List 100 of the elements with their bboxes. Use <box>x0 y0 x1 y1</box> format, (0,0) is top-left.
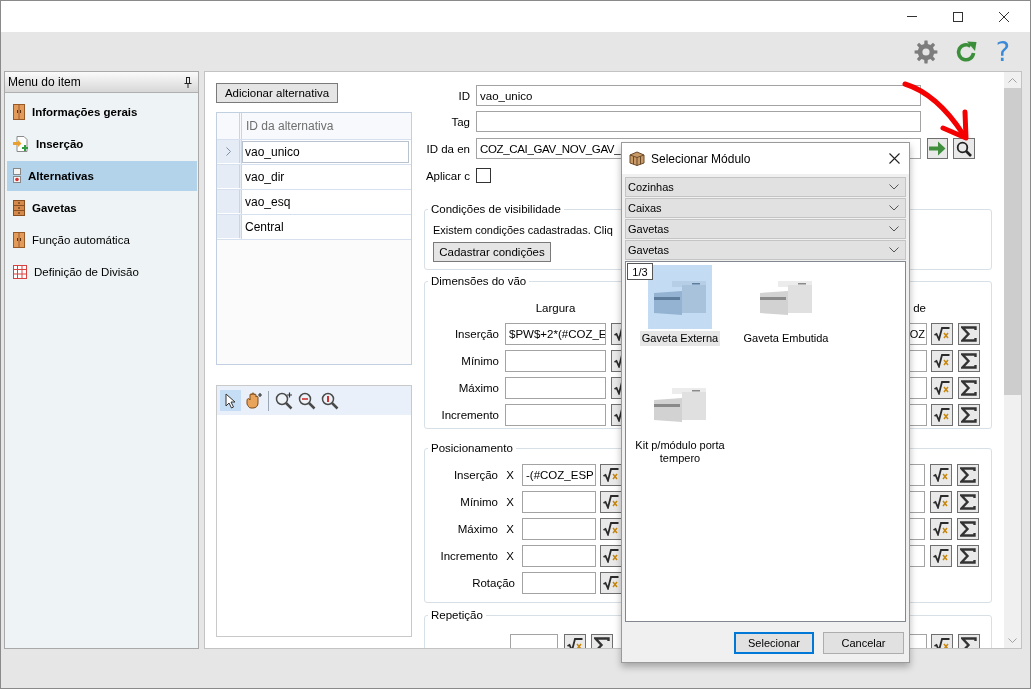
formula-button[interactable] <box>930 464 952 486</box>
formula-button[interactable] <box>931 323 953 345</box>
input-field[interactable] <box>522 518 596 540</box>
checkbox[interactable] <box>476 168 491 183</box>
sum-button[interactable] <box>958 350 980 372</box>
sigma-icon <box>960 467 976 483</box>
field-label: ID da en <box>426 142 470 155</box>
sum-button[interactable] <box>958 377 980 399</box>
formula-button[interactable] <box>600 545 622 567</box>
dialog-button[interactable]: Selecionar <box>734 632 814 654</box>
field-label: ID <box>458 89 470 102</box>
sum-button[interactable] <box>957 545 979 567</box>
formula-button[interactable] <box>600 464 622 486</box>
dialog-title: Selecionar Módulo <box>651 151 752 166</box>
column-header: de <box>913 302 926 314</box>
square-root-icon <box>603 576 619 590</box>
tool-button[interactable] <box>296 390 317 411</box>
axis-label: X <box>506 469 514 481</box>
group-title: Condições de visibilidade <box>430 202 562 216</box>
chevron-down-icon <box>889 226 899 232</box>
square-root-icon <box>603 522 619 536</box>
module-label[interactable]: Gaveta Externa <box>639 331 721 346</box>
page-badge: 1/3 <box>627 263 653 280</box>
input-field[interactable] <box>476 111 921 132</box>
square-root-icon <box>603 468 619 482</box>
square-root-icon <box>934 327 950 341</box>
formula-button[interactable] <box>931 404 953 426</box>
input-field[interactable]: -(#COZ_ESP <box>522 464 596 486</box>
tool-button[interactable] <box>220 390 241 411</box>
chevron-down-icon <box>889 184 899 190</box>
tool-button[interactable] <box>243 390 264 411</box>
input-field[interactable] <box>522 572 596 594</box>
field-label: Tag <box>451 115 470 128</box>
formula-button[interactable] <box>930 545 952 567</box>
arrow-right-icon <box>929 141 946 156</box>
sigma-icon <box>961 326 977 342</box>
search-button[interactable] <box>953 138 975 159</box>
input-field[interactable] <box>522 491 596 513</box>
formula-button[interactable] <box>600 518 622 540</box>
formula-button[interactable] <box>600 572 622 594</box>
scrollbar-thumb[interactable] <box>1004 88 1021 395</box>
sum-button[interactable] <box>957 518 979 540</box>
minimize-icon <box>907 16 917 17</box>
tool-button[interactable] <box>273 390 294 411</box>
sidebar-item[interactable]: Gavetas <box>7 193 197 223</box>
input-field[interactable] <box>505 404 606 426</box>
drawers-icon <box>13 200 25 216</box>
sum-button[interactable] <box>958 404 980 426</box>
sum-button[interactable] <box>958 323 980 345</box>
group-title: Dimensões do vão <box>430 274 528 288</box>
dialog-button[interactable]: Cancelar <box>823 632 904 654</box>
sum-button[interactable] <box>957 464 979 486</box>
formula-button[interactable] <box>930 491 952 513</box>
category-dropdown[interactable]: Cozinhas <box>625 177 906 197</box>
close-icon <box>888 153 900 164</box>
maximize-icon <box>953 11 963 22</box>
zoom-icon <box>320 391 339 410</box>
sidebar-item[interactable]: Inserção <box>7 129 197 159</box>
square-root-icon <box>933 549 949 563</box>
sidebar-item[interactable]: Informações gerais <box>7 97 197 127</box>
chevron-down-icon <box>889 205 899 211</box>
formula-button[interactable] <box>600 491 622 513</box>
category-dropdown[interactable]: Gavetas <box>625 219 906 239</box>
category-dropdown[interactable]: Caixas <box>625 198 906 218</box>
field-label: Mínimo <box>460 496 498 508</box>
table-cell[interactable]: vao_unico <box>242 141 409 163</box>
formula-button[interactable] <box>931 350 953 372</box>
square-root-icon <box>603 549 619 563</box>
scrollbar[interactable] <box>1004 72 1021 648</box>
grid-icon <box>13 265 27 279</box>
field-label: Máximo <box>457 523 498 535</box>
sigma-icon <box>961 353 977 369</box>
pin-icon[interactable] <box>184 76 192 88</box>
square-root-icon <box>933 468 949 482</box>
category-dropdown[interactable]: Gavetas <box>625 240 906 260</box>
sidebar-item[interactable]: Função automática <box>7 225 197 255</box>
sidebar-item[interactable]: Definição de Divisão <box>7 257 197 287</box>
input-field[interactable] <box>505 350 606 372</box>
module-label[interactable]: Gaveta Embutida <box>741 331 831 346</box>
sidebar-item[interactable]: Alternativas <box>7 161 197 191</box>
input-field[interactable] <box>522 545 596 567</box>
tool-button[interactable] <box>319 390 340 411</box>
formula-button[interactable] <box>930 518 952 540</box>
square-root-icon <box>934 408 950 422</box>
formula-button[interactable] <box>931 377 953 399</box>
square-root-icon <box>933 495 949 509</box>
go-button[interactable] <box>927 138 948 159</box>
sum-button[interactable] <box>957 491 979 513</box>
register-conditions-button[interactable]: Cadastrar condições <box>433 242 551 262</box>
zoom-out-icon <box>297 391 316 410</box>
document-arrow-icon <box>13 136 29 152</box>
input-field[interactable]: vao_unico <box>476 85 921 106</box>
settings-icon[interactable] <box>913 39 938 64</box>
pointer-icon <box>225 392 236 409</box>
input-field[interactable] <box>505 377 606 399</box>
add-alternative-button[interactable]: Adicionar alternativa <box>216 83 338 103</box>
module-label[interactable]: Kit p/módulo porta tempero <box>628 438 732 466</box>
drawer-thumbnail[interactable] <box>648 265 712 329</box>
hand-icon <box>244 392 263 409</box>
sigma-icon <box>960 494 976 510</box>
